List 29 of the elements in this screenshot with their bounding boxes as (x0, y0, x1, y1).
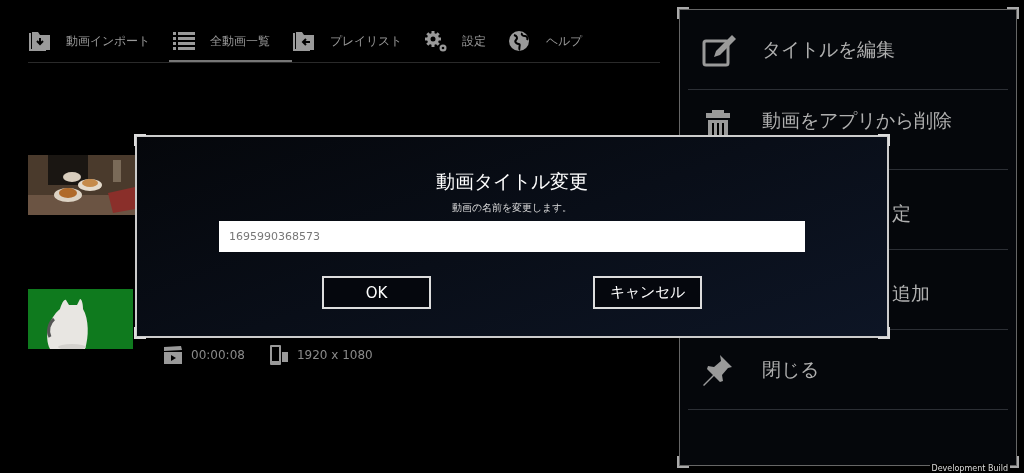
nav-tab[interactable]: 動画インポート (28, 30, 172, 62)
cancel-button[interactable]: キャンセル (593, 276, 702, 309)
clapperboard-icon (163, 346, 183, 364)
folder-icon (292, 30, 316, 52)
nav-tab[interactable]: 全動画一覧 (169, 30, 292, 62)
corner-bracket (134, 134, 146, 146)
gear-icon (424, 30, 448, 52)
edit-icon (702, 32, 736, 67)
corner-bracket (1007, 7, 1019, 19)
dialog-title: 動画タイトル変更 (436, 169, 588, 194)
nav-tab[interactable]: ヘルプ (508, 30, 604, 62)
corner-bracket (677, 7, 689, 19)
nav-tab[interactable]: プレイリスト (292, 30, 424, 62)
build-label: Development Build (929, 464, 1010, 473)
resolution-text: 1920 x 1080 (296, 348, 373, 362)
ok-button[interactable]: OK (322, 276, 431, 309)
corner-bracket (878, 134, 890, 146)
list-icon (172, 30, 196, 52)
menu-item[interactable]: タイトルを編集 (688, 10, 1008, 90)
corner-bracket (677, 456, 689, 468)
corner-bracket (134, 327, 146, 339)
duration-text: 00:00:08 (191, 348, 245, 362)
nav-tab[interactable]: 設定 (424, 30, 508, 62)
dialog-subtitle: 動画の名前を変更します。 (452, 201, 572, 215)
globe-icon (508, 30, 532, 52)
folder-icon (28, 30, 52, 52)
title-field[interactable]: 1695990368573 (219, 221, 805, 252)
devices-icon (268, 345, 289, 365)
corner-bracket (878, 327, 890, 339)
